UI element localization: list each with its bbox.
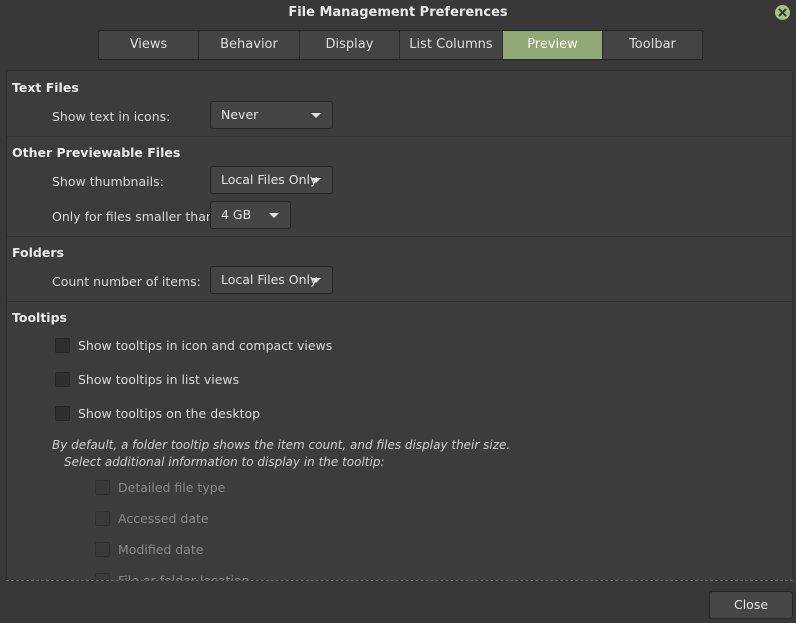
tooltip-icon-views-label: Show tooltips in icon and compact views (78, 338, 333, 353)
tab-behavior[interactable]: Behavior (199, 31, 300, 59)
scroll-edge-indicator (6, 580, 793, 581)
count-items-value: Local Files Only (221, 272, 318, 287)
tooltip-list-views-option[interactable]: Show tooltips in list views (55, 372, 239, 387)
count-items-dropdown[interactable]: Local Files Only (210, 266, 333, 294)
tab-display[interactable]: Display (300, 31, 400, 59)
tooltip-modified-date-label: Modified date (118, 542, 204, 557)
tooltip-info-note-secondary: Select additional information to display… (64, 455, 385, 469)
close-button[interactable]: Close (709, 591, 793, 619)
divider (7, 236, 792, 237)
show-thumbnails-dropdown[interactable]: Local Files Only (210, 166, 333, 194)
chevron-down-icon (311, 113, 321, 118)
window-title: File Management Preferences (288, 5, 508, 20)
tooltips-heading: Tooltips (12, 310, 67, 325)
tab-bar: Views Behavior Display List Columns Prev… (98, 30, 703, 60)
chevron-down-icon (269, 213, 279, 218)
tooltip-list-views-label: Show tooltips in list views (78, 372, 240, 387)
tooltip-accessed-date-option[interactable]: Accessed date (95, 511, 209, 526)
tooltip-detailed-type-option[interactable]: Detailed file type (95, 480, 225, 495)
tab-list-columns[interactable]: List Columns (400, 31, 503, 59)
text-files-heading: Text Files (12, 80, 79, 95)
chevron-down-icon (311, 278, 321, 283)
divider (7, 136, 792, 137)
file-size-limit-value: 4 GB (221, 207, 252, 222)
tooltip-accessed-date-label: Accessed date (118, 511, 209, 526)
show-thumbnails-value: Local Files Only (221, 172, 318, 187)
tab-toolbar[interactable]: Toolbar (603, 31, 702, 59)
folders-heading: Folders (12, 245, 64, 260)
show-text-in-icons-value: Never (221, 107, 259, 122)
file-size-limit-dropdown[interactable]: 4 GB (210, 201, 291, 229)
tooltip-desktop-checkbox[interactable] (55, 406, 70, 421)
tab-preview[interactable]: Preview (503, 31, 603, 59)
tooltip-icon-views-option[interactable]: Show tooltips in icon and compact views (55, 338, 332, 353)
tooltip-desktop-label: Show tooltips on the desktop (78, 406, 261, 421)
title-bar: File Management Preferences (0, 0, 796, 28)
show-thumbnails-label: Show thumbnails: (52, 174, 164, 189)
show-text-in-icons-label: Show text in icons: (52, 109, 171, 124)
tooltip-detailed-type-label: Detailed file type (118, 480, 226, 495)
tab-views[interactable]: Views (99, 31, 199, 59)
other-previewable-heading: Other Previewable Files (12, 145, 181, 160)
file-size-limit-label: Only for files smaller than: (52, 209, 219, 224)
tooltip-desktop-option[interactable]: Show tooltips on the desktop (55, 406, 260, 421)
show-text-in-icons-dropdown[interactable]: Never (210, 101, 333, 129)
preview-settings-panel: Text Files Show text in icons: Never Oth… (6, 70, 793, 581)
count-items-label: Count number of items: (52, 274, 201, 289)
tooltip-icon-views-checkbox[interactable] (55, 338, 70, 353)
tooltip-list-views-checkbox[interactable] (55, 372, 70, 387)
tooltip-accessed-date-checkbox[interactable] (95, 511, 110, 526)
tooltip-info-note: By default, a folder tooltip shows the i… (52, 438, 511, 452)
chevron-down-icon (311, 178, 321, 183)
close-window-icon[interactable] (775, 5, 790, 20)
tooltip-modified-date-checkbox[interactable] (95, 542, 110, 557)
tooltip-detailed-type-checkbox[interactable] (95, 480, 110, 495)
tooltip-modified-date-option[interactable]: Modified date (95, 542, 204, 557)
divider (7, 301, 792, 302)
